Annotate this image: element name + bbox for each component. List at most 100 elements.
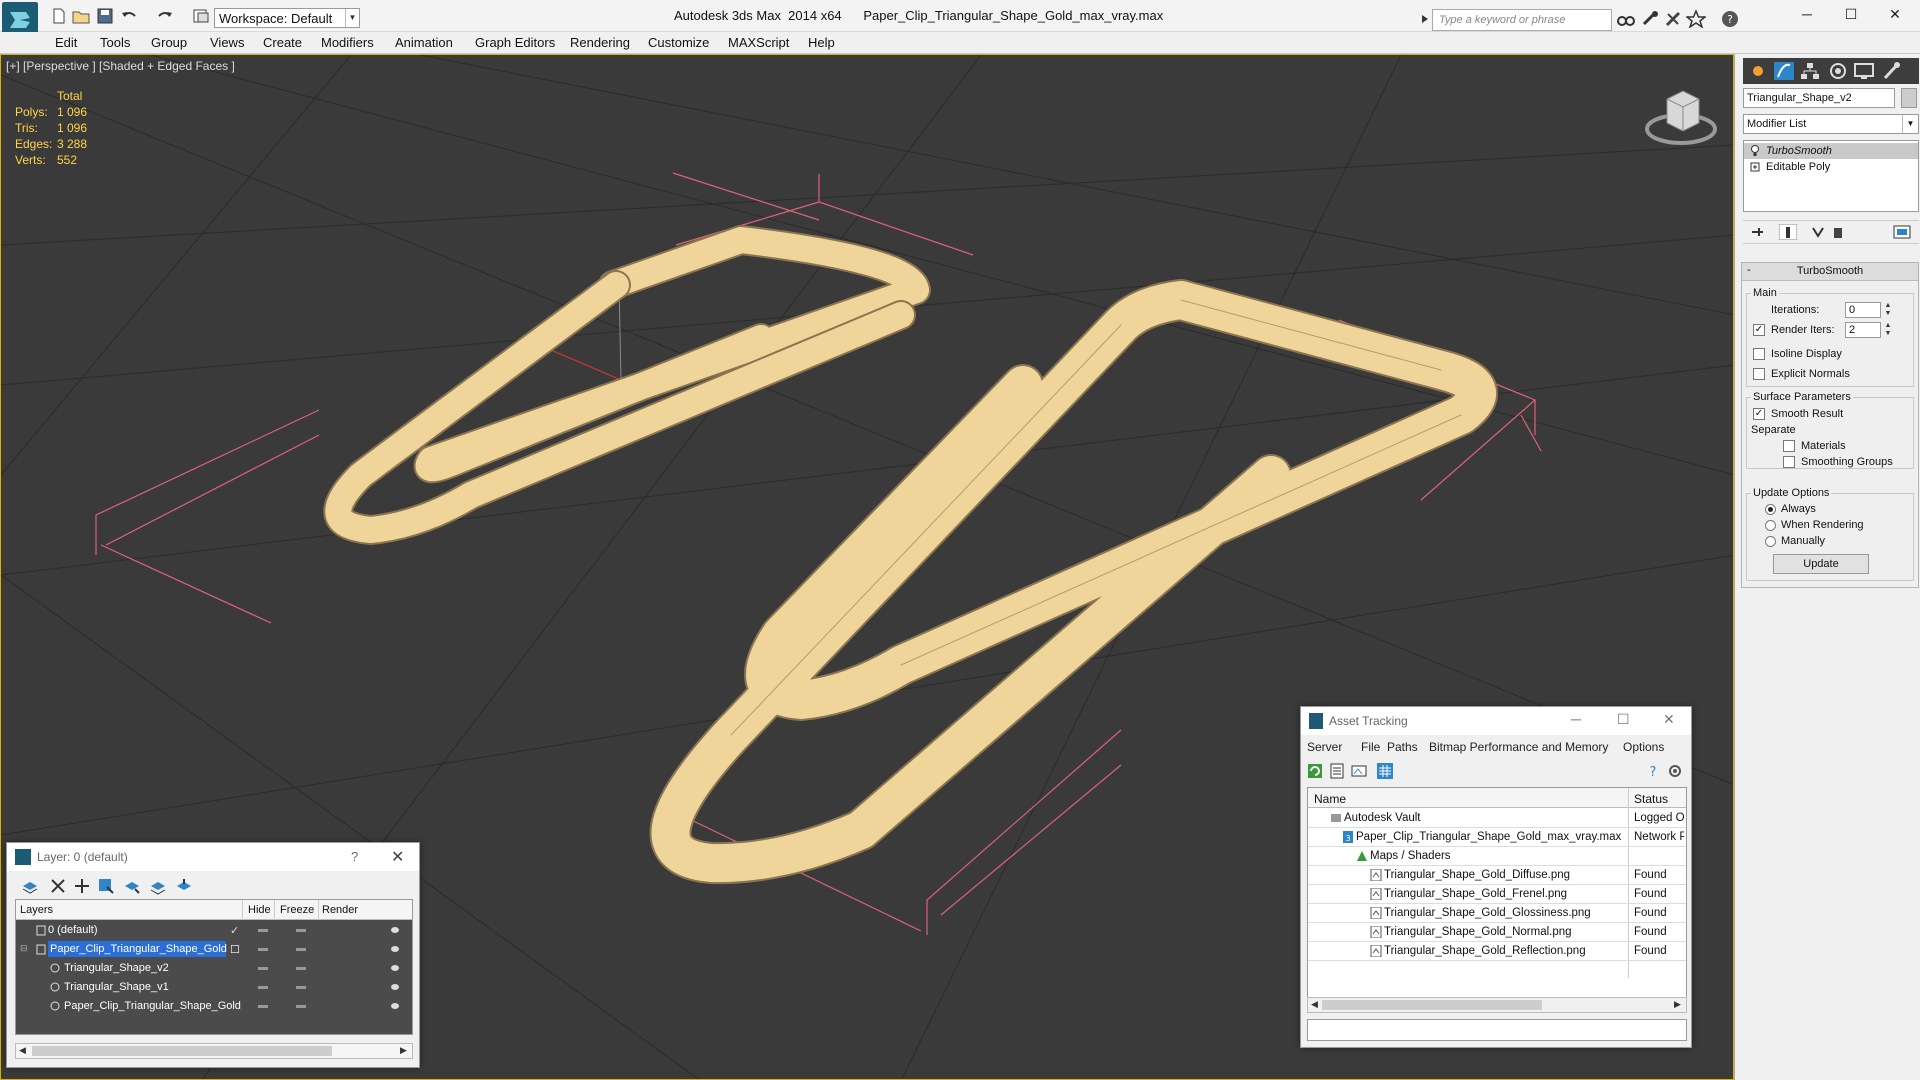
menu-group[interactable]: Group xyxy=(151,35,187,50)
column-freeze[interactable]: Freeze xyxy=(280,904,314,916)
menu-create[interactable]: Create xyxy=(263,35,302,50)
column-render[interactable]: Render xyxy=(322,904,358,916)
scroll-right-icon[interactable]: ▶ xyxy=(1674,999,1681,1010)
layer-name[interactable]: Triangular_Shape_v2 xyxy=(64,962,169,974)
hide-toggle[interactable]: ▬ xyxy=(258,981,268,992)
scroll-left-icon[interactable]: ◀ xyxy=(19,1045,26,1056)
stack-item-turbosmooth[interactable]: TurboSmooth xyxy=(1744,143,1918,159)
menu-help[interactable]: Help xyxy=(808,35,835,50)
iterations-spinner[interactable]: 0 xyxy=(1845,302,1881,318)
explicit-normals-checkbox[interactable] xyxy=(1753,368,1765,380)
layer-row[interactable]: ⊟ Paper_Clip_Triangular_Shape_Gold ☐ ▬ ▬ xyxy=(16,940,412,959)
undo-icon[interactable] xyxy=(120,8,138,24)
object-name-field[interactable]: Triangular_Shape_v2 xyxy=(1743,88,1895,108)
update-button[interactable]: Update xyxy=(1773,554,1869,574)
spinner-arrows-icon[interactable]: ▲ ▼ xyxy=(1883,302,1893,318)
asset-menu-options[interactable]: Options xyxy=(1623,740,1664,754)
smooth-result-checkbox[interactable]: ✓ xyxy=(1753,408,1765,420)
render-iters-checkbox[interactable]: ✓ xyxy=(1753,324,1765,336)
project-folder-icon[interactable] xyxy=(192,8,210,24)
manually-radio[interactable] xyxy=(1765,536,1776,547)
freeze-toggle[interactable]: ▬ xyxy=(296,924,306,935)
redo-icon[interactable] xyxy=(156,8,174,24)
viewcube-icon[interactable] xyxy=(1643,79,1719,149)
dialog-title-bar[interactable]: Asset Tracking ─ ☐ ✕ xyxy=(1301,707,1691,735)
collapse-icon[interactable]: ⊟ xyxy=(20,943,28,954)
make-unique-icon[interactable] xyxy=(1809,224,1827,240)
subscription-icon[interactable] xyxy=(1640,10,1660,28)
paper-clip-small[interactable] xyxy=(323,225,931,545)
render-teapot-icon[interactable] xyxy=(390,981,400,991)
workspace-dropdown[interactable]: Workspace: Default ▼ xyxy=(214,8,360,28)
display-tab-icon[interactable] xyxy=(1853,61,1875,81)
star-icon[interactable] xyxy=(1686,10,1706,28)
asset-menu-server[interactable]: Server xyxy=(1307,740,1342,754)
menu-customize[interactable]: Customize xyxy=(648,35,709,50)
binoculars-icon[interactable] xyxy=(1616,10,1636,28)
menu-maxscript[interactable]: MAXScript xyxy=(728,35,789,50)
dialog-title-bar[interactable]: Layer: 0 (default) ? ✕ xyxy=(7,843,419,871)
table-view-icon[interactable] xyxy=(1377,763,1393,779)
freeze-toggle[interactable]: ▬ xyxy=(296,1000,306,1011)
expand-arrow-icon[interactable] xyxy=(1420,10,1430,28)
list-view-icon[interactable] xyxy=(1329,763,1345,779)
asset-menu-file[interactable]: File xyxy=(1361,740,1380,754)
open-file-icon[interactable] xyxy=(72,8,90,24)
maximize-button[interactable]: ☐ xyxy=(1836,6,1866,26)
layer-name[interactable]: Paper_Clip_Triangular_Shape_Gold xyxy=(48,941,227,957)
save-file-icon[interactable] xyxy=(96,8,114,24)
when-rendering-radio[interactable] xyxy=(1765,520,1776,531)
column-layers[interactable]: Layers xyxy=(20,904,53,916)
create-tab-sun-icon[interactable] xyxy=(1747,61,1769,81)
freeze-toggle[interactable]: ▬ xyxy=(296,962,306,973)
render-teapot-icon[interactable] xyxy=(390,924,400,934)
remove-modifier-icon[interactable] xyxy=(1829,224,1847,240)
active-layer-check-icon[interactable]: ✓ xyxy=(230,924,239,937)
minimize-button[interactable]: ─ xyxy=(1792,6,1822,26)
horizontal-scrollbar[interactable]: ◀ ▶ xyxy=(1307,997,1687,1013)
delete-layer-icon[interactable] xyxy=(49,877,67,895)
menu-graph-editors[interactable]: Graph Editors xyxy=(475,35,555,50)
layer-row[interactable]: Triangular_Shape_v2 ▬ ▬ xyxy=(16,959,412,978)
rollout-header[interactable]: - TurboSmooth xyxy=(1742,263,1918,281)
configure-modifier-sets-icon[interactable] xyxy=(1893,224,1911,240)
layer-row[interactable]: 0 (default) ✓ ▬ ▬ xyxy=(16,921,412,940)
column-name[interactable]: Name xyxy=(1314,792,1346,806)
create-layer-icon[interactable] xyxy=(21,877,39,895)
asset-menu-bitmap-performance[interactable]: Bitmap Performance and Memory xyxy=(1429,740,1608,754)
layer-row[interactable]: Triangular_Shape_v1 ▬ ▬ xyxy=(16,978,412,997)
always-radio[interactable] xyxy=(1765,504,1776,515)
image-view-icon[interactable] xyxy=(1351,763,1367,779)
scroll-right-icon[interactable]: ▶ xyxy=(400,1045,407,1056)
materials-checkbox[interactable] xyxy=(1783,440,1795,452)
asset-row[interactable]: Autodesk Vault Logged Out xyxy=(1308,809,1686,828)
close-button[interactable]: ✕ xyxy=(1880,6,1910,26)
menu-modifiers[interactable]: Modifiers xyxy=(321,35,374,50)
modifier-list-dropdown[interactable]: Modifier List ▼ xyxy=(1743,114,1919,134)
asset-row[interactable]: 3 Paper_Clip_Triangular_Shape_Gold_max_v… xyxy=(1308,828,1686,847)
render-teapot-icon[interactable] xyxy=(390,943,400,953)
menu-tools[interactable]: Tools xyxy=(100,35,130,50)
asset-row[interactable]: Maps / Shaders xyxy=(1308,847,1686,866)
layer-row[interactable]: Paper_Clip_Triangular_Shape_Gold ▬ ▬ xyxy=(16,997,412,1016)
horizontal-scrollbar[interactable]: ◀ ▶ xyxy=(15,1043,413,1059)
render-iters-spinner[interactable]: 2 xyxy=(1845,322,1881,338)
menu-animation[interactable]: Animation xyxy=(395,35,453,50)
current-layer-box-icon[interactable]: ☐ xyxy=(230,943,240,956)
highlight-layer-icon[interactable] xyxy=(123,877,141,895)
hide-toggle[interactable]: ▬ xyxy=(258,924,268,935)
expand-plus-icon[interactable] xyxy=(1750,161,1760,173)
hide-toggle[interactable]: ▬ xyxy=(258,962,268,973)
help-icon[interactable]: ? xyxy=(1645,763,1661,779)
layer-name[interactable]: Paper_Clip_Triangular_Shape_Gold xyxy=(64,1000,241,1012)
asset-menu-paths[interactable]: Paths xyxy=(1387,740,1418,754)
freeze-toggle[interactable]: ▬ xyxy=(296,981,306,992)
asset-row[interactable]: Triangular_Shape_Gold_Frenel.png Found xyxy=(1308,885,1686,904)
new-file-icon[interactable] xyxy=(50,8,68,24)
close-icon[interactable]: ✕ xyxy=(1663,711,1675,728)
freeze-all-layers-icon[interactable] xyxy=(175,877,193,895)
smoothing-groups-checkbox[interactable] xyxy=(1783,456,1795,468)
search-input[interactable]: Type a keyword or phrase xyxy=(1432,9,1612,31)
utilities-tab-icon[interactable] xyxy=(1881,61,1903,81)
column-hide[interactable]: Hide xyxy=(248,904,271,916)
